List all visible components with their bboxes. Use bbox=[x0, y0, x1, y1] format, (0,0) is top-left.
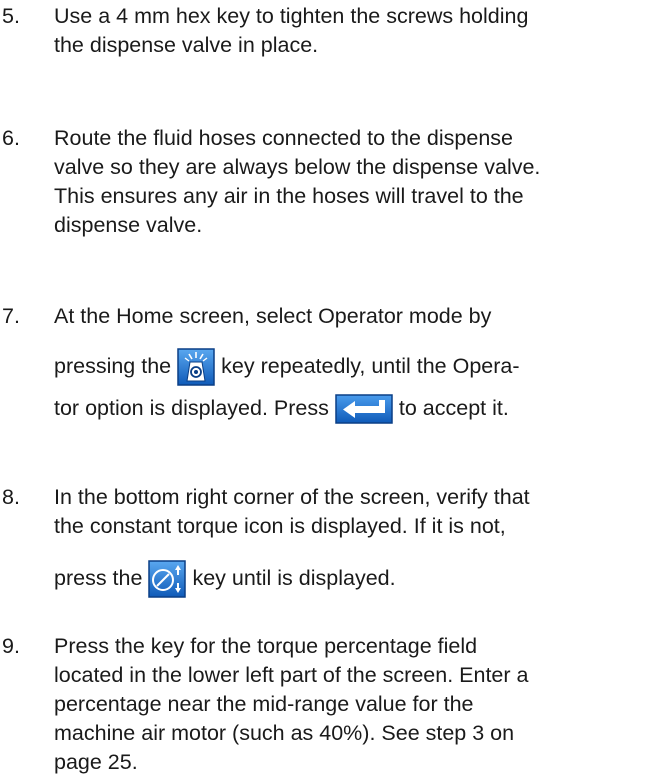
step-line: the dispense valve in place. bbox=[54, 33, 319, 57]
step-line: page 25. bbox=[54, 750, 138, 774]
operator-mode-key-icon bbox=[177, 348, 215, 387]
step-line: located in the lower left part of the sc… bbox=[54, 663, 529, 687]
step-number: 5. bbox=[2, 4, 20, 28]
step-line-text: pressing the bbox=[54, 354, 172, 378]
step-number: 9. bbox=[2, 634, 20, 658]
enter-key-icon bbox=[335, 394, 393, 425]
step-line: dispense valve. bbox=[54, 213, 203, 237]
step-line: tor option is displayed. Press to accept… bbox=[54, 389, 654, 427]
step-line: Press the key for the torque percentage … bbox=[54, 634, 478, 658]
step-line: Route the fluid hoses connected to the d… bbox=[54, 126, 513, 150]
step-line: In the bottom right corner of the screen… bbox=[54, 485, 530, 509]
step-line: pressing the key repeatedly, until the O… bbox=[54, 347, 654, 387]
step-text: Press the key for the torque percentage … bbox=[54, 632, 654, 777]
step-line-text: press the bbox=[54, 566, 143, 590]
step-line-text: tor option is displayed. Press bbox=[54, 396, 329, 420]
step-line: This ensures any air in the hoses will t… bbox=[54, 184, 524, 208]
step-line: machine air motor (such as 40%). See ste… bbox=[54, 721, 515, 745]
step-number: 7. bbox=[2, 304, 20, 328]
step-text: Use a 4 mm hex key to tighten the screws… bbox=[54, 2, 654, 60]
step-text: Route the fluid hoses connected to the d… bbox=[54, 124, 654, 240]
step-number: 6. bbox=[2, 126, 20, 150]
step-text: At the Home screen, select Operator mode… bbox=[54, 302, 654, 427]
step-line-text: key repeatedly, until the Opera- bbox=[221, 354, 520, 378]
control-mode-toggle-key-icon bbox=[148, 560, 187, 599]
step-line: At the Home screen, select Operator mode… bbox=[54, 304, 492, 328]
step-line: Use a 4 mm hex key to tighten the screws… bbox=[54, 4, 529, 28]
manual-page: 5. Use a 4 mm hex key to tighten the scr… bbox=[0, 0, 662, 781]
step-text: In the bottom right corner of the screen… bbox=[54, 483, 654, 599]
step-line: press the key until is displayed. bbox=[54, 559, 654, 599]
step-line-text: key until is displayed. bbox=[192, 566, 396, 590]
step-line: valve so they are always below the dispe… bbox=[54, 155, 541, 179]
step-line: percentage near the mid-range value for … bbox=[54, 692, 474, 716]
step-line: the constant torque icon is displayed. I… bbox=[54, 514, 506, 538]
step-number: 8. bbox=[2, 485, 20, 509]
step-line-text: to accept it. bbox=[398, 396, 509, 420]
